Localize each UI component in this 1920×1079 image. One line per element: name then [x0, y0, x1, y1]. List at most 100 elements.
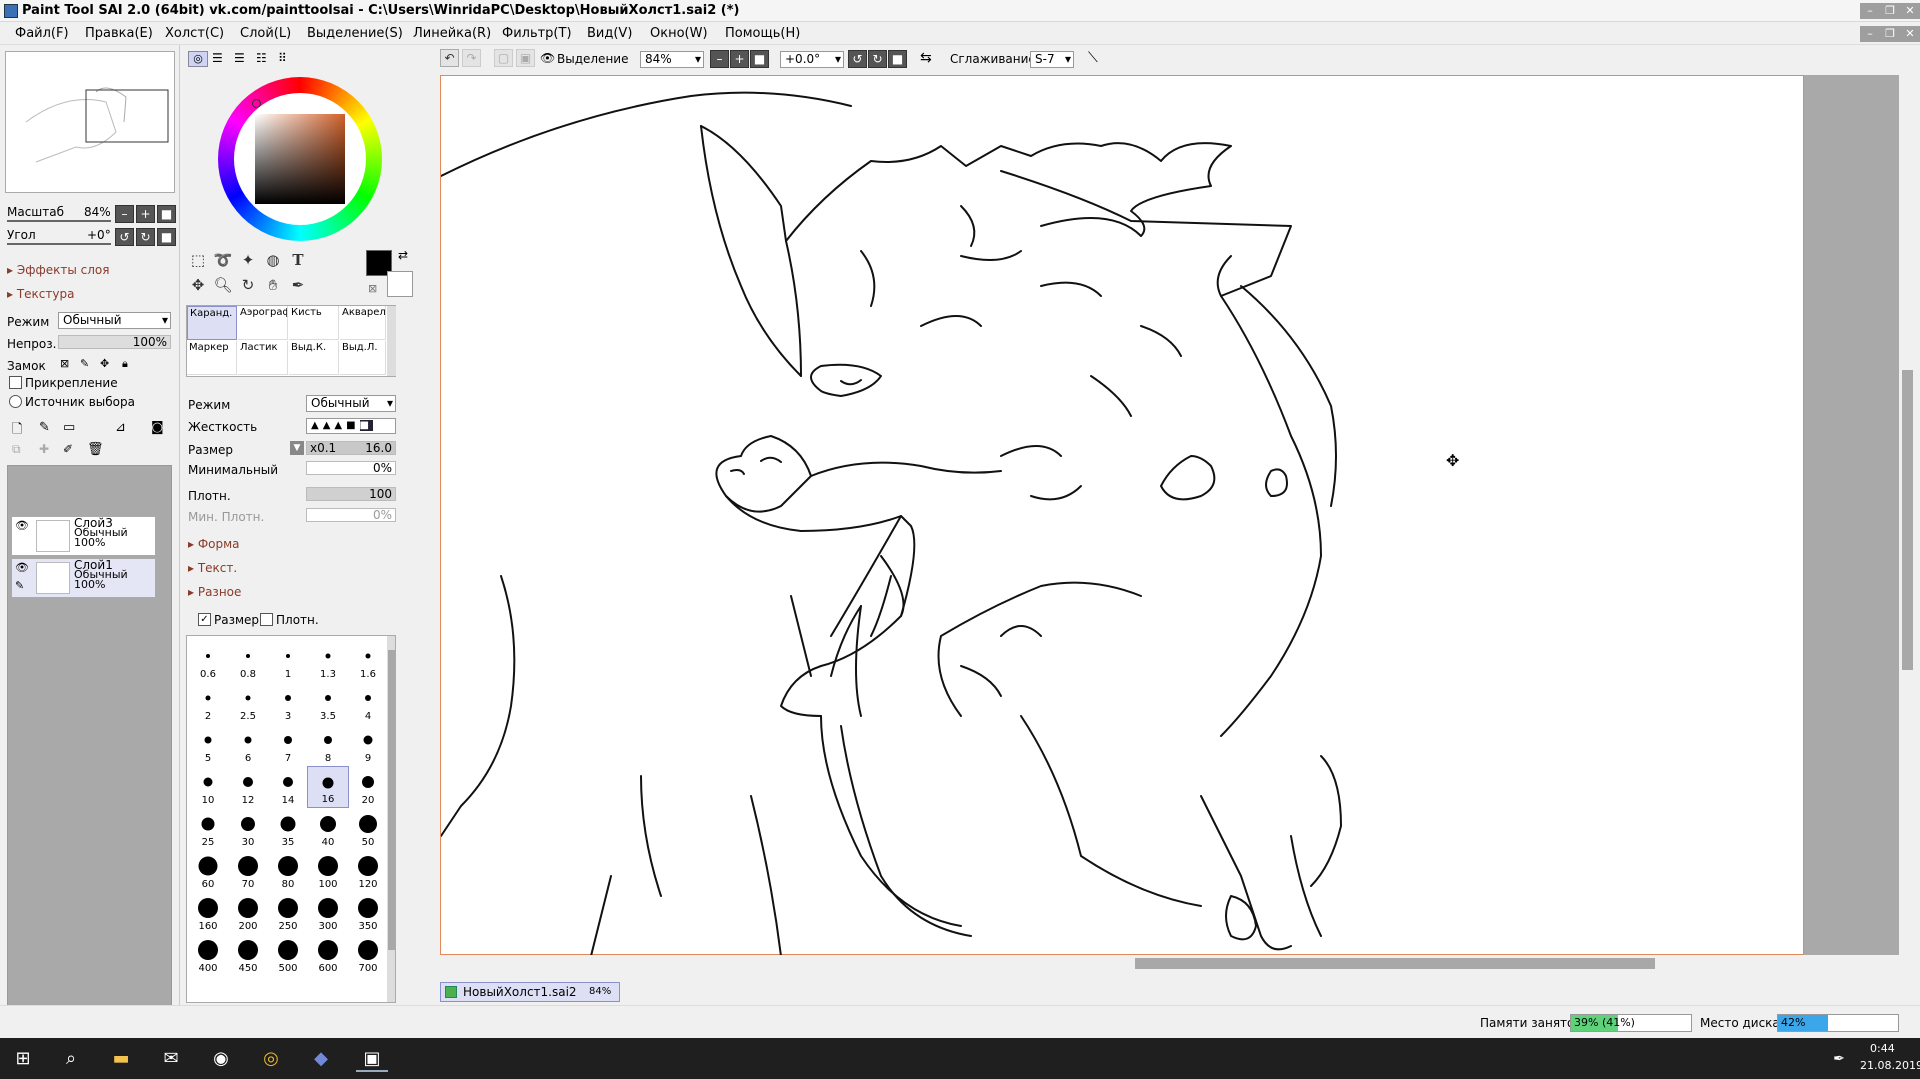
brush-size-option[interactable]: 50	[347, 808, 389, 850]
brush-size-option[interactable]: 350	[347, 892, 389, 934]
layer-opacity-slider[interactable]: 100%	[58, 335, 171, 349]
mail-icon[interactable]: ✉	[158, 1046, 184, 1072]
brush-size-option[interactable]: 300	[307, 892, 349, 934]
color-wheel-tab[interactable]: ◎	[188, 51, 208, 67]
vertical-scroll-thumb[interactable]	[1902, 370, 1913, 670]
brush-brush[interactable]: Кисть	[289, 306, 339, 340]
density-pressure-checkbox[interactable]	[260, 613, 273, 626]
menu-canvas[interactable]: Холст(C)	[165, 26, 224, 41]
brush-size-option[interactable]: 1.3	[307, 640, 349, 682]
brush-eraser[interactable]: Ластик	[238, 341, 288, 375]
move-icon[interactable]: ✥	[186, 273, 210, 297]
doc-minimize-button[interactable]: –	[1860, 26, 1880, 42]
zoom-fit-button[interactable]: ■	[750, 50, 769, 68]
color-wheel[interactable]	[218, 77, 382, 241]
lock-all-icon[interactable]: 🔒︎	[122, 357, 128, 371]
zoom-out-button[interactable]: –	[115, 205, 134, 223]
rect-select-icon[interactable]: ⬚	[186, 248, 210, 272]
hsv-slider-tab[interactable]: ☰	[234, 51, 245, 65]
rotate-reset-button[interactable]: ■	[888, 50, 907, 68]
form-section[interactable]: ▸ Форма	[188, 537, 240, 551]
brush-size-option[interactable]: 250	[267, 892, 309, 934]
brush-size-option[interactable]: 2.5	[227, 682, 269, 724]
zoom-icon[interactable]: 🔍︎	[211, 273, 235, 297]
brush-size-option[interactable]: 80	[267, 850, 309, 892]
layer-effects-section[interactable]: ▸ Эффекты слоя	[7, 263, 109, 277]
swatches-tab[interactable]: ☷	[256, 51, 267, 65]
angle-select[interactable]: +0.0° ▾	[780, 51, 844, 68]
rotate-ccw-button[interactable]: ↺	[848, 50, 867, 68]
menu-view[interactable]: Вид(V)	[587, 26, 632, 41]
eyedropper-icon[interactable]: ✒	[286, 273, 310, 297]
brush-size-option[interactable]: 450	[227, 934, 269, 976]
doc-close-button[interactable]: ✕	[1900, 26, 1920, 42]
brush-size-option[interactable]: 25	[187, 808, 229, 850]
brush-size-option[interactable]: 30	[227, 808, 269, 850]
brush-size-option[interactable]: 70	[227, 850, 269, 892]
brush-size-option[interactable]: 0.8	[227, 640, 269, 682]
zoom-select[interactable]: 84% ▾	[640, 51, 704, 68]
brush-size-option[interactable]: 2	[187, 682, 229, 724]
brush-size-option[interactable]: 14	[267, 766, 309, 808]
redo-button[interactable]: ↷	[462, 49, 481, 67]
size-dropdown[interactable]: ▼	[290, 441, 304, 455]
horizontal-scrollbar[interactable]	[440, 955, 1900, 972]
fill-icon[interactable]: ◍	[261, 248, 285, 272]
brush-size-option[interactable]: 12	[227, 766, 269, 808]
rgb-slider-tab[interactable]: ☰	[212, 51, 223, 65]
brush-size-option[interactable]: 10	[187, 766, 229, 808]
brush-size-option[interactable]: 6	[227, 724, 269, 766]
misc-section[interactable]: ▸ Разное	[188, 585, 241, 599]
brush-size-option[interactable]: 100	[307, 850, 349, 892]
menu-window[interactable]: Окно(W)	[650, 26, 708, 41]
brush-size-option[interactable]: 7	[267, 724, 309, 766]
menu-filter[interactable]: Фильтр(T)	[502, 26, 572, 41]
menu-ruler[interactable]: Линейка(R)	[413, 26, 491, 41]
layer-mask-icon[interactable]: ◙	[151, 420, 164, 435]
merge-layer-icon[interactable]: ✚	[39, 442, 49, 456]
layer-item-active[interactable]: 👁︎ ✎ Слой1 Обычный 100%	[11, 558, 156, 598]
lock-move-icon[interactable]: ✥	[100, 357, 109, 370]
drawing-canvas[interactable]: ✥	[440, 75, 1804, 957]
discord-icon[interactable]: ◆	[308, 1046, 334, 1072]
brush-select-pen[interactable]: Выд.К.	[289, 341, 339, 375]
secondary-color-swatch[interactable]	[387, 271, 413, 297]
lock-paint-icon[interactable]: ✎	[80, 357, 89, 370]
layer-transform-icon[interactable]: ⊿	[115, 420, 126, 435]
palette-tab[interactable]: ⠿	[278, 51, 287, 65]
brush-size-option[interactable]: 160	[187, 892, 229, 934]
brush-marker[interactable]: Маркер	[187, 341, 237, 375]
rotate-left-button[interactable]: ↺	[115, 228, 134, 246]
doc-restore-button[interactable]: ❐	[1880, 26, 1900, 42]
size-slider[interactable]: x0.1 16.0	[306, 441, 396, 455]
brush-size-option[interactable]: 5	[187, 724, 229, 766]
zoom-in-button[interactable]: +	[730, 50, 749, 68]
transparent-color-icon[interactable]: ⊠	[368, 282, 377, 295]
brush-airbrush[interactable]: Аэрограф	[238, 306, 288, 340]
brush-size-option[interactable]: 9	[347, 724, 389, 766]
paint-tool-sai-icon[interactable]: ▣	[356, 1046, 388, 1072]
new-linework-layer-icon[interactable]: ✎	[39, 420, 50, 435]
brush-size-option[interactable]: 4	[347, 682, 389, 724]
file-explorer-icon[interactable]: ▬	[108, 1046, 134, 1072]
brush-mode-select[interactable]: Обычный ▾	[306, 395, 396, 412]
texture-brush-section[interactable]: ▸ Текст.	[188, 561, 237, 575]
deselect-button[interactable]: ▢	[494, 49, 513, 67]
search-icon[interactable]: ⌕	[58, 1046, 84, 1072]
menu-edit[interactable]: Правка(E)	[85, 26, 153, 41]
copy-layer-icon[interactable]: ⧉	[12, 442, 21, 457]
brush-size-option[interactable]: 8	[307, 724, 349, 766]
brush-size-option[interactable]: 500	[267, 934, 309, 976]
brush-size-option[interactable]: 400	[187, 934, 229, 976]
brush-pencil[interactable]: Каранд.	[187, 306, 237, 340]
menu-layer[interactable]: Слой(L)	[240, 26, 291, 41]
texture-section[interactable]: ▸ Текстура	[7, 287, 74, 301]
undo-button[interactable]: ↶	[440, 49, 459, 67]
new-folder-icon[interactable]: ▭	[63, 420, 75, 435]
angle-slider[interactable]	[7, 243, 111, 245]
brush-size-option[interactable]: 0.6	[187, 640, 229, 682]
brush-size-option[interactable]: 120	[347, 850, 389, 892]
pen-input-icon[interactable]: ✒	[1826, 1046, 1852, 1072]
brush-size-option[interactable]: 700	[347, 934, 389, 976]
lasso-icon[interactable]: ➰	[211, 248, 235, 272]
